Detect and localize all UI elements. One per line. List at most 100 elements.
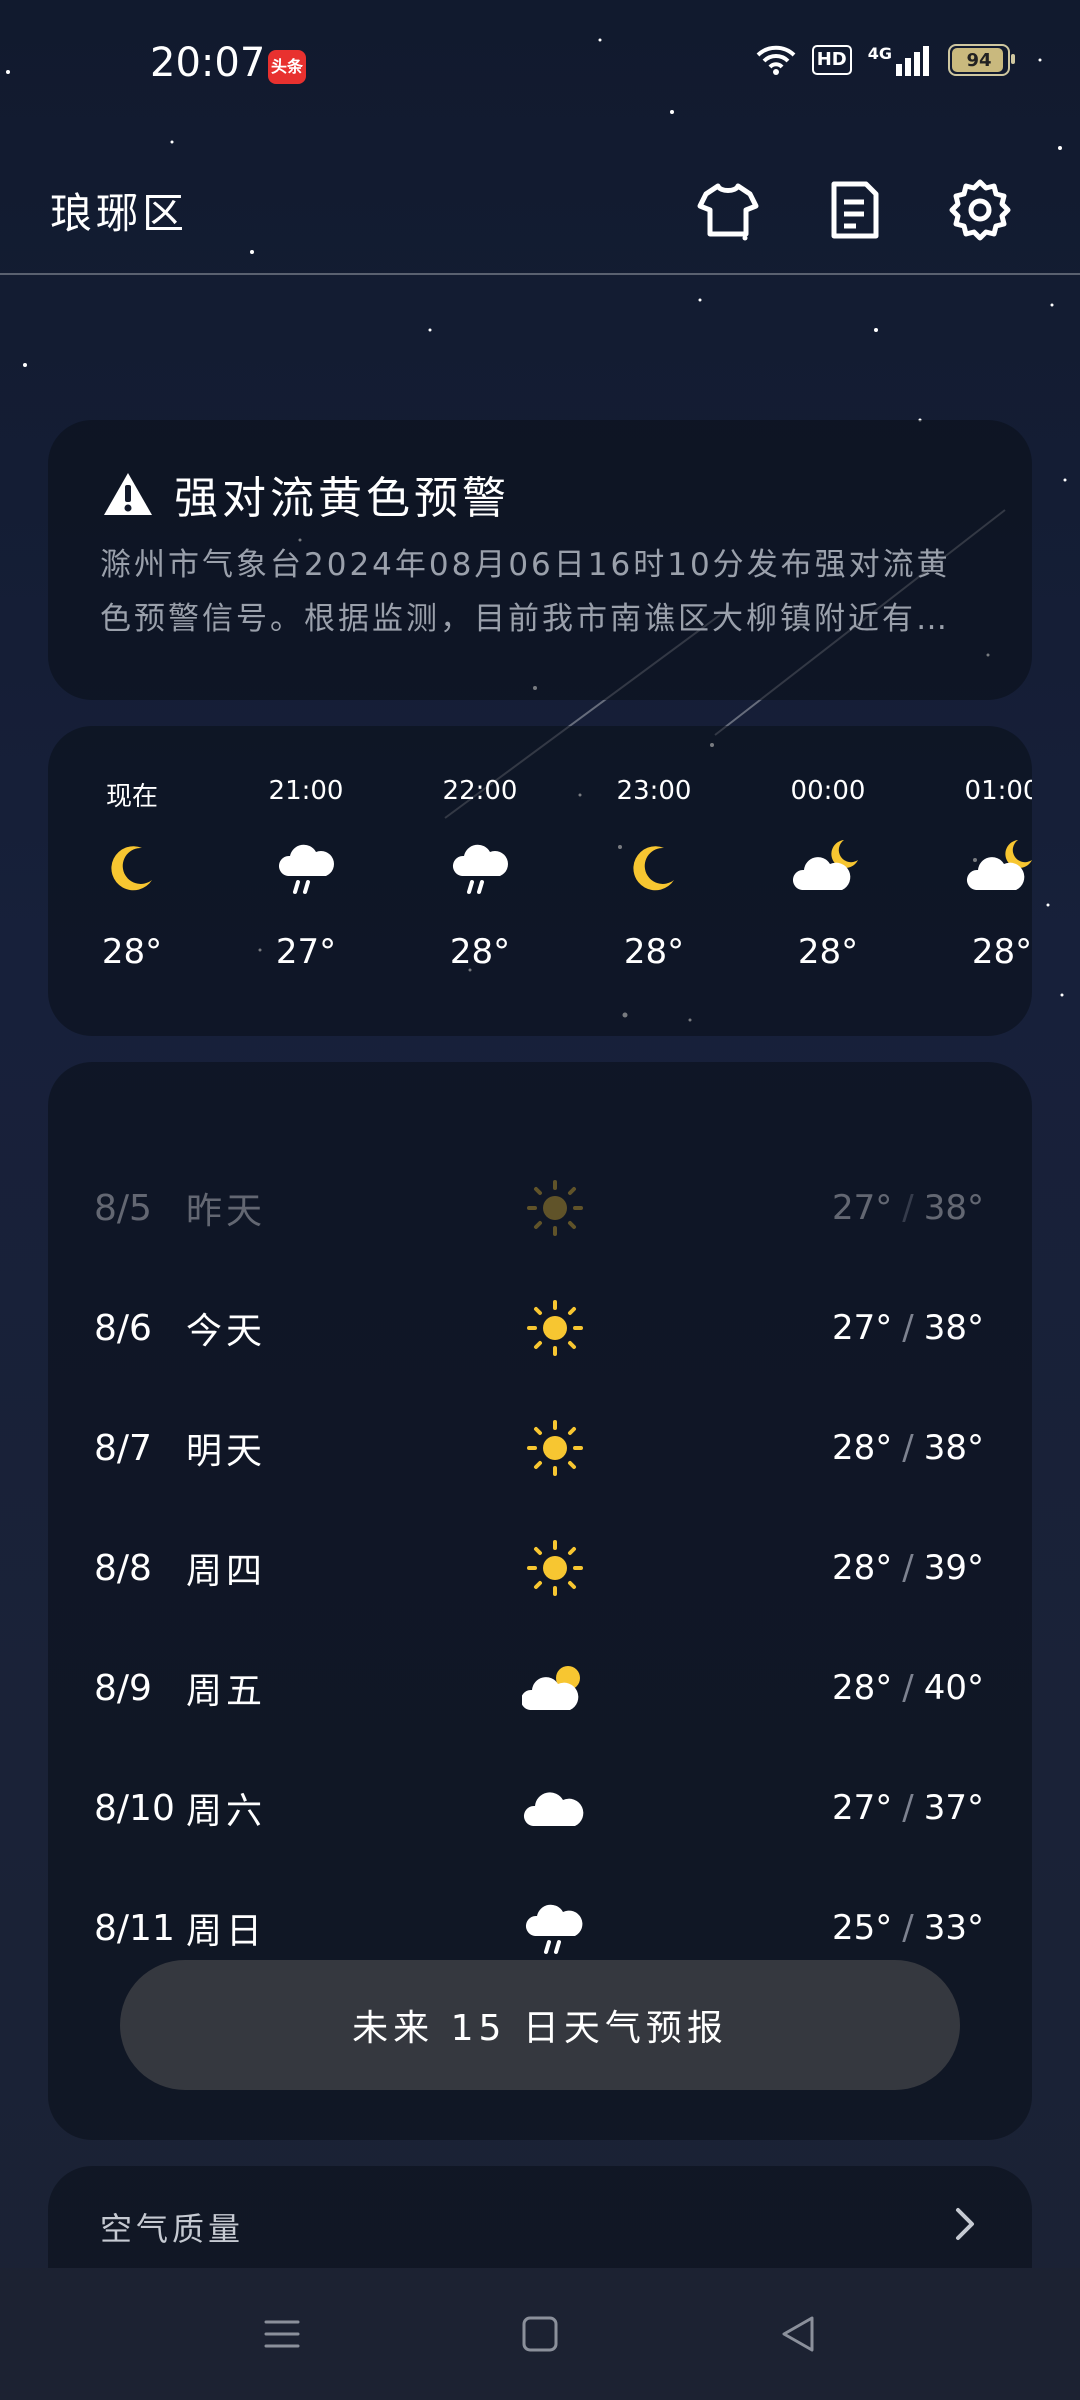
daily-high: 40°: [923, 1668, 984, 1708]
air-quality-card[interactable]: 空气质量: [48, 2166, 1032, 2268]
menu-icon[interactable]: [260, 2312, 304, 2356]
cloud-moon-icon: [792, 840, 858, 890]
daily-low: 28°: [832, 1548, 893, 1588]
daily-temps: 28°/38°: [832, 1428, 984, 1468]
sun-icon: [527, 1180, 583, 1236]
hourly-item: 22:00 28°: [420, 776, 540, 972]
daily-row[interactable]: 8/11 周日 25°/33°: [48, 1888, 1032, 1968]
daily-forecast-card: 8/5 昨天 27°/38° 8/6 今天 27° / 38° 8/7 明天 2…: [48, 1062, 1032, 2140]
daily-day: 周六: [186, 1791, 267, 1832]
hourly-item: 00:00 28°: [768, 776, 888, 972]
cloud-sun-icon: [522, 1666, 580, 1710]
moon-icon: [633, 846, 674, 891]
daily-temps: 27°/37°: [832, 1788, 984, 1828]
alert-title: 强对流黄色预警: [174, 473, 510, 524]
rain-icon: [278, 844, 334, 894]
daily-date: 8/6: [94, 1307, 152, 1349]
daily-high: 38°: [923, 1188, 984, 1228]
warning-icon: [104, 473, 152, 515]
daily-day: 今天: [186, 1311, 267, 1352]
daily-row[interactable]: 8/9 周五 28°/40°: [48, 1648, 1032, 1728]
daily-low: 28°: [832, 1668, 893, 1708]
daily-date: 8/5: [94, 1187, 152, 1229]
sun-icon: [527, 1420, 583, 1476]
network-label: 4G: [867, 43, 892, 63]
daily-high: 38°: [923, 1308, 984, 1348]
daily-low: 27°: [832, 1308, 893, 1348]
status-icons: HD 4G 94: [756, 43, 1015, 76]
system-navigation-bar: [0, 2268, 1080, 2400]
document-icon[interactable]: [822, 178, 886, 242]
top-bar: 琅琊区: [0, 140, 1080, 275]
hourly-time: 22:00: [442, 776, 518, 806]
daily-temps: 28°/39°: [832, 1548, 984, 1588]
hourly-time: 01:00: [964, 776, 1032, 806]
alert-body: 滁州市气象台2024年08月06日16时10分发布强对流黄色预警信号。根据监测，…: [100, 547, 951, 637]
sun-icon: [527, 1300, 583, 1356]
hourly-time: 21:00: [268, 776, 344, 806]
hourly-temp: 28°: [449, 932, 511, 972]
daily-high: 39°: [923, 1548, 984, 1588]
daily-day: 周四: [186, 1551, 267, 1592]
daily-row[interactable]: 8/5 昨天 27°/38°: [48, 1168, 1032, 1248]
daily-row[interactable]: 8/6 今天 27°/38°: [48, 1288, 1032, 1368]
daily-low: 27°: [832, 1188, 893, 1228]
daily-row[interactable]: 8/7 明天 28°/38°: [48, 1408, 1032, 1488]
daily-low: 27°: [832, 1788, 893, 1828]
daily-date: 8/8: [94, 1547, 152, 1589]
hourly-temp: 27°: [275, 932, 337, 972]
daily-day: 周日: [186, 1911, 267, 1952]
sun-icon: [527, 1540, 583, 1596]
back-icon[interactable]: [776, 2312, 820, 2356]
rain-icon: [452, 844, 508, 894]
signal-icon: [896, 46, 929, 76]
battery-icon: 94: [948, 44, 1015, 76]
daily-low: 28°: [832, 1428, 893, 1468]
status-time: 20:07: [150, 40, 266, 86]
battery-level: 94: [966, 49, 992, 71]
hourly-forecast-card[interactable]: 现在 28° 21:00 27° 22:00 28° 23:00 28° 00:…: [48, 726, 1032, 1036]
daily-day: 昨天: [186, 1191, 267, 1232]
wifi-icon: [756, 45, 796, 75]
alert-title-row: 强对流黄色预警: [102, 462, 510, 526]
daily-high: 33°: [923, 1908, 984, 1948]
location-title[interactable]: 琅琊区: [50, 180, 188, 241]
home-icon[interactable]: [518, 2312, 562, 2356]
hourly-time: 23:00: [616, 776, 692, 806]
daily-low: 25°: [832, 1908, 893, 1948]
tshirt-icon[interactable]: [696, 178, 760, 242]
daily-date: 8/7: [94, 1427, 152, 1469]
news-app-icon: 头条: [268, 50, 306, 84]
daily-date: 8/9: [94, 1667, 152, 1709]
chevron-right-icon: [956, 2208, 974, 2240]
hourly-item: 23:00 28°: [594, 776, 714, 972]
hourly-temp: 28°: [101, 932, 163, 972]
hourly-time: 00:00: [790, 776, 866, 806]
daily-temps: 27°/38°: [832, 1188, 984, 1228]
daily-temps: 28°/40°: [832, 1668, 984, 1708]
daily-date: 8/10: [94, 1787, 175, 1829]
weather-alert-card[interactable]: 强对流黄色预警 滁州市气象台2024年08月06日16时10分发布强对流黄色预警…: [48, 420, 1032, 700]
daily-day: 周五: [186, 1671, 267, 1712]
daily-row[interactable]: 8/8 周四 28°/39°: [48, 1528, 1032, 1608]
hourly-temp: 28°: [623, 932, 685, 972]
daily-high: 38°: [923, 1428, 984, 1468]
15-day-forecast-button[interactable]: 未来 15 日天气预报: [120, 1960, 960, 2090]
daily-day: 明天: [186, 1431, 267, 1472]
air-quality-label: 空气质量: [100, 2210, 245, 2248]
hourly-temp: 28°: [797, 932, 859, 972]
daily-date: 8/11: [94, 1907, 175, 1949]
gear-icon[interactable]: [948, 178, 1012, 242]
daily-row[interactable]: 8/10 周六 27°/37°: [48, 1768, 1032, 1848]
moon-icon: [111, 846, 152, 891]
status-bar: 20:07 头条 HD 4G 94: [0, 0, 1080, 135]
hd-icon: HD: [811, 45, 852, 75]
hourly-item: 现在 28°: [72, 776, 192, 972]
hourly-item: 01:00 28°: [942, 776, 1032, 972]
rain-icon: [525, 1904, 583, 1954]
hourly-time: 现在: [105, 782, 158, 812]
daily-temps: 25°/33°: [832, 1908, 984, 1948]
daily-high: 37°: [923, 1788, 984, 1828]
hourly-temp: 28°: [971, 932, 1032, 972]
cloud-moon-icon: [966, 840, 1032, 890]
